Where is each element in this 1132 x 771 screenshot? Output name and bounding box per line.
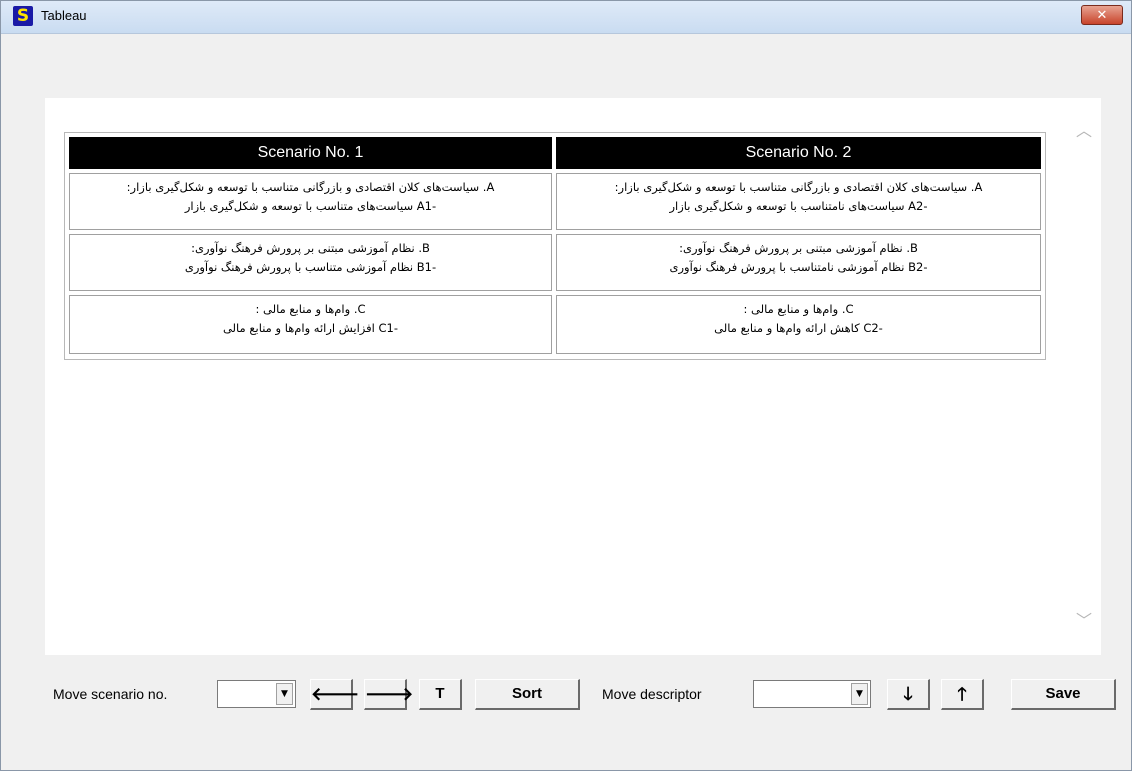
descriptor-state: افزایش ارائه وام‌ها و منابع مالی C1- <box>222 321 399 335</box>
move-down-button[interactable]: 🡓 <box>887 679 930 710</box>
move-descriptor-select[interactable]: ▼ <box>753 680 871 708</box>
arrow-left-icon: 🡐 <box>311 684 360 704</box>
descriptor-state: کاهش ارائه وام‌ها و منابع مالی C2- <box>714 321 883 335</box>
table-cell[interactable]: : وام‌ها و منابع مالی .C کاهش ارائه وام‌… <box>556 295 1041 354</box>
descriptor-text: : وام‌ها و منابع مالی .C <box>743 302 854 316</box>
descriptor-text: :سیاست‌های کلان اقتصادی و بازرگانی متناس… <box>126 180 495 194</box>
table-cell[interactable]: :سیاست‌های کلان اقتصادی و بازرگانی متناس… <box>556 173 1041 230</box>
move-right-button[interactable]: 🡒 <box>364 679 413 710</box>
tableau-window: S Tableau ✕ ︿ ﹀ Scenario No. 1 Scenario … <box>0 0 1132 771</box>
arrow-right-icon: 🡒 <box>365 684 414 704</box>
scroll-up-icon[interactable]: ︿ <box>1074 123 1094 139</box>
descriptor-text: :سیاست‌های کلان اقتصادی و بازرگانی متناس… <box>614 180 983 194</box>
move-up-button[interactable]: 🡑 <box>941 679 984 710</box>
descriptor-state: نظام آموزشی متناسب با پرورش فرهنگ نوآوری… <box>184 260 437 274</box>
move-scenario-select[interactable]: ▼ <box>217 680 296 708</box>
move-left-button[interactable]: 🡐 <box>310 679 359 710</box>
descriptor-text: :نظام آموزشی مبتنی بر پرورش فرهنگ نوآوری… <box>191 241 430 255</box>
chevron-down-icon[interactable]: ▼ <box>851 683 868 705</box>
scroll-down-icon[interactable]: ﹀ <box>1074 613 1094 629</box>
chevron-down-icon[interactable]: ▼ <box>276 683 293 705</box>
arrow-up-icon: 🡑 <box>957 684 967 704</box>
title-bar: S Tableau ✕ <box>1 1 1131 34</box>
scenario-header-2[interactable]: Scenario No. 2 <box>556 137 1041 169</box>
save-button[interactable]: Save <box>1011 679 1116 710</box>
table-cell[interactable]: :نظام آموزشی مبتنی بر پرورش فرهنگ نوآوری… <box>69 234 552 291</box>
descriptor-text: : وام‌ها و منابع مالی .C <box>255 302 366 316</box>
scenario-table: Scenario No. 1 Scenario No. 2 :سیاست‌های… <box>64 132 1046 360</box>
scenario-header-1[interactable]: Scenario No. 1 <box>69 137 552 169</box>
descriptor-state: سیاست‌های متناسب با توسعه و شکل‌گیری باز… <box>184 199 437 213</box>
table-cell[interactable]: :نظام آموزشی مبتنی بر پرورش فرهنگ نوآوری… <box>556 234 1041 291</box>
descriptor-text: :نظام آموزشی مبتنی بر پرورش فرهنگ نوآوری… <box>679 241 918 255</box>
descriptor-state: سیاست‌های نامتناسب با توسعه و شکل‌گیری ب… <box>669 199 928 213</box>
table-cell[interactable]: : وام‌ها و منابع مالی .C افزایش ارائه وا… <box>69 295 552 354</box>
sort-button[interactable]: Sort <box>475 679 580 710</box>
window-title: Tableau <box>41 8 87 23</box>
move-descriptor-label: Move descriptor <box>602 686 702 702</box>
move-scenario-label: Move scenario no. <box>53 686 168 702</box>
descriptor-state: نظام آموزشی نامتناسب با پرورش فرهنگ نوآو… <box>669 260 928 274</box>
transpose-button[interactable]: T <box>419 679 462 710</box>
app-logo-icon: S <box>13 6 33 26</box>
arrow-down-icon: 🡓 <box>903 684 913 704</box>
close-button[interactable]: ✕ <box>1081 5 1123 25</box>
close-icon: ✕ <box>1096 8 1108 23</box>
table-cell[interactable]: :سیاست‌های کلان اقتصادی و بازرگانی متناس… <box>69 173 552 230</box>
